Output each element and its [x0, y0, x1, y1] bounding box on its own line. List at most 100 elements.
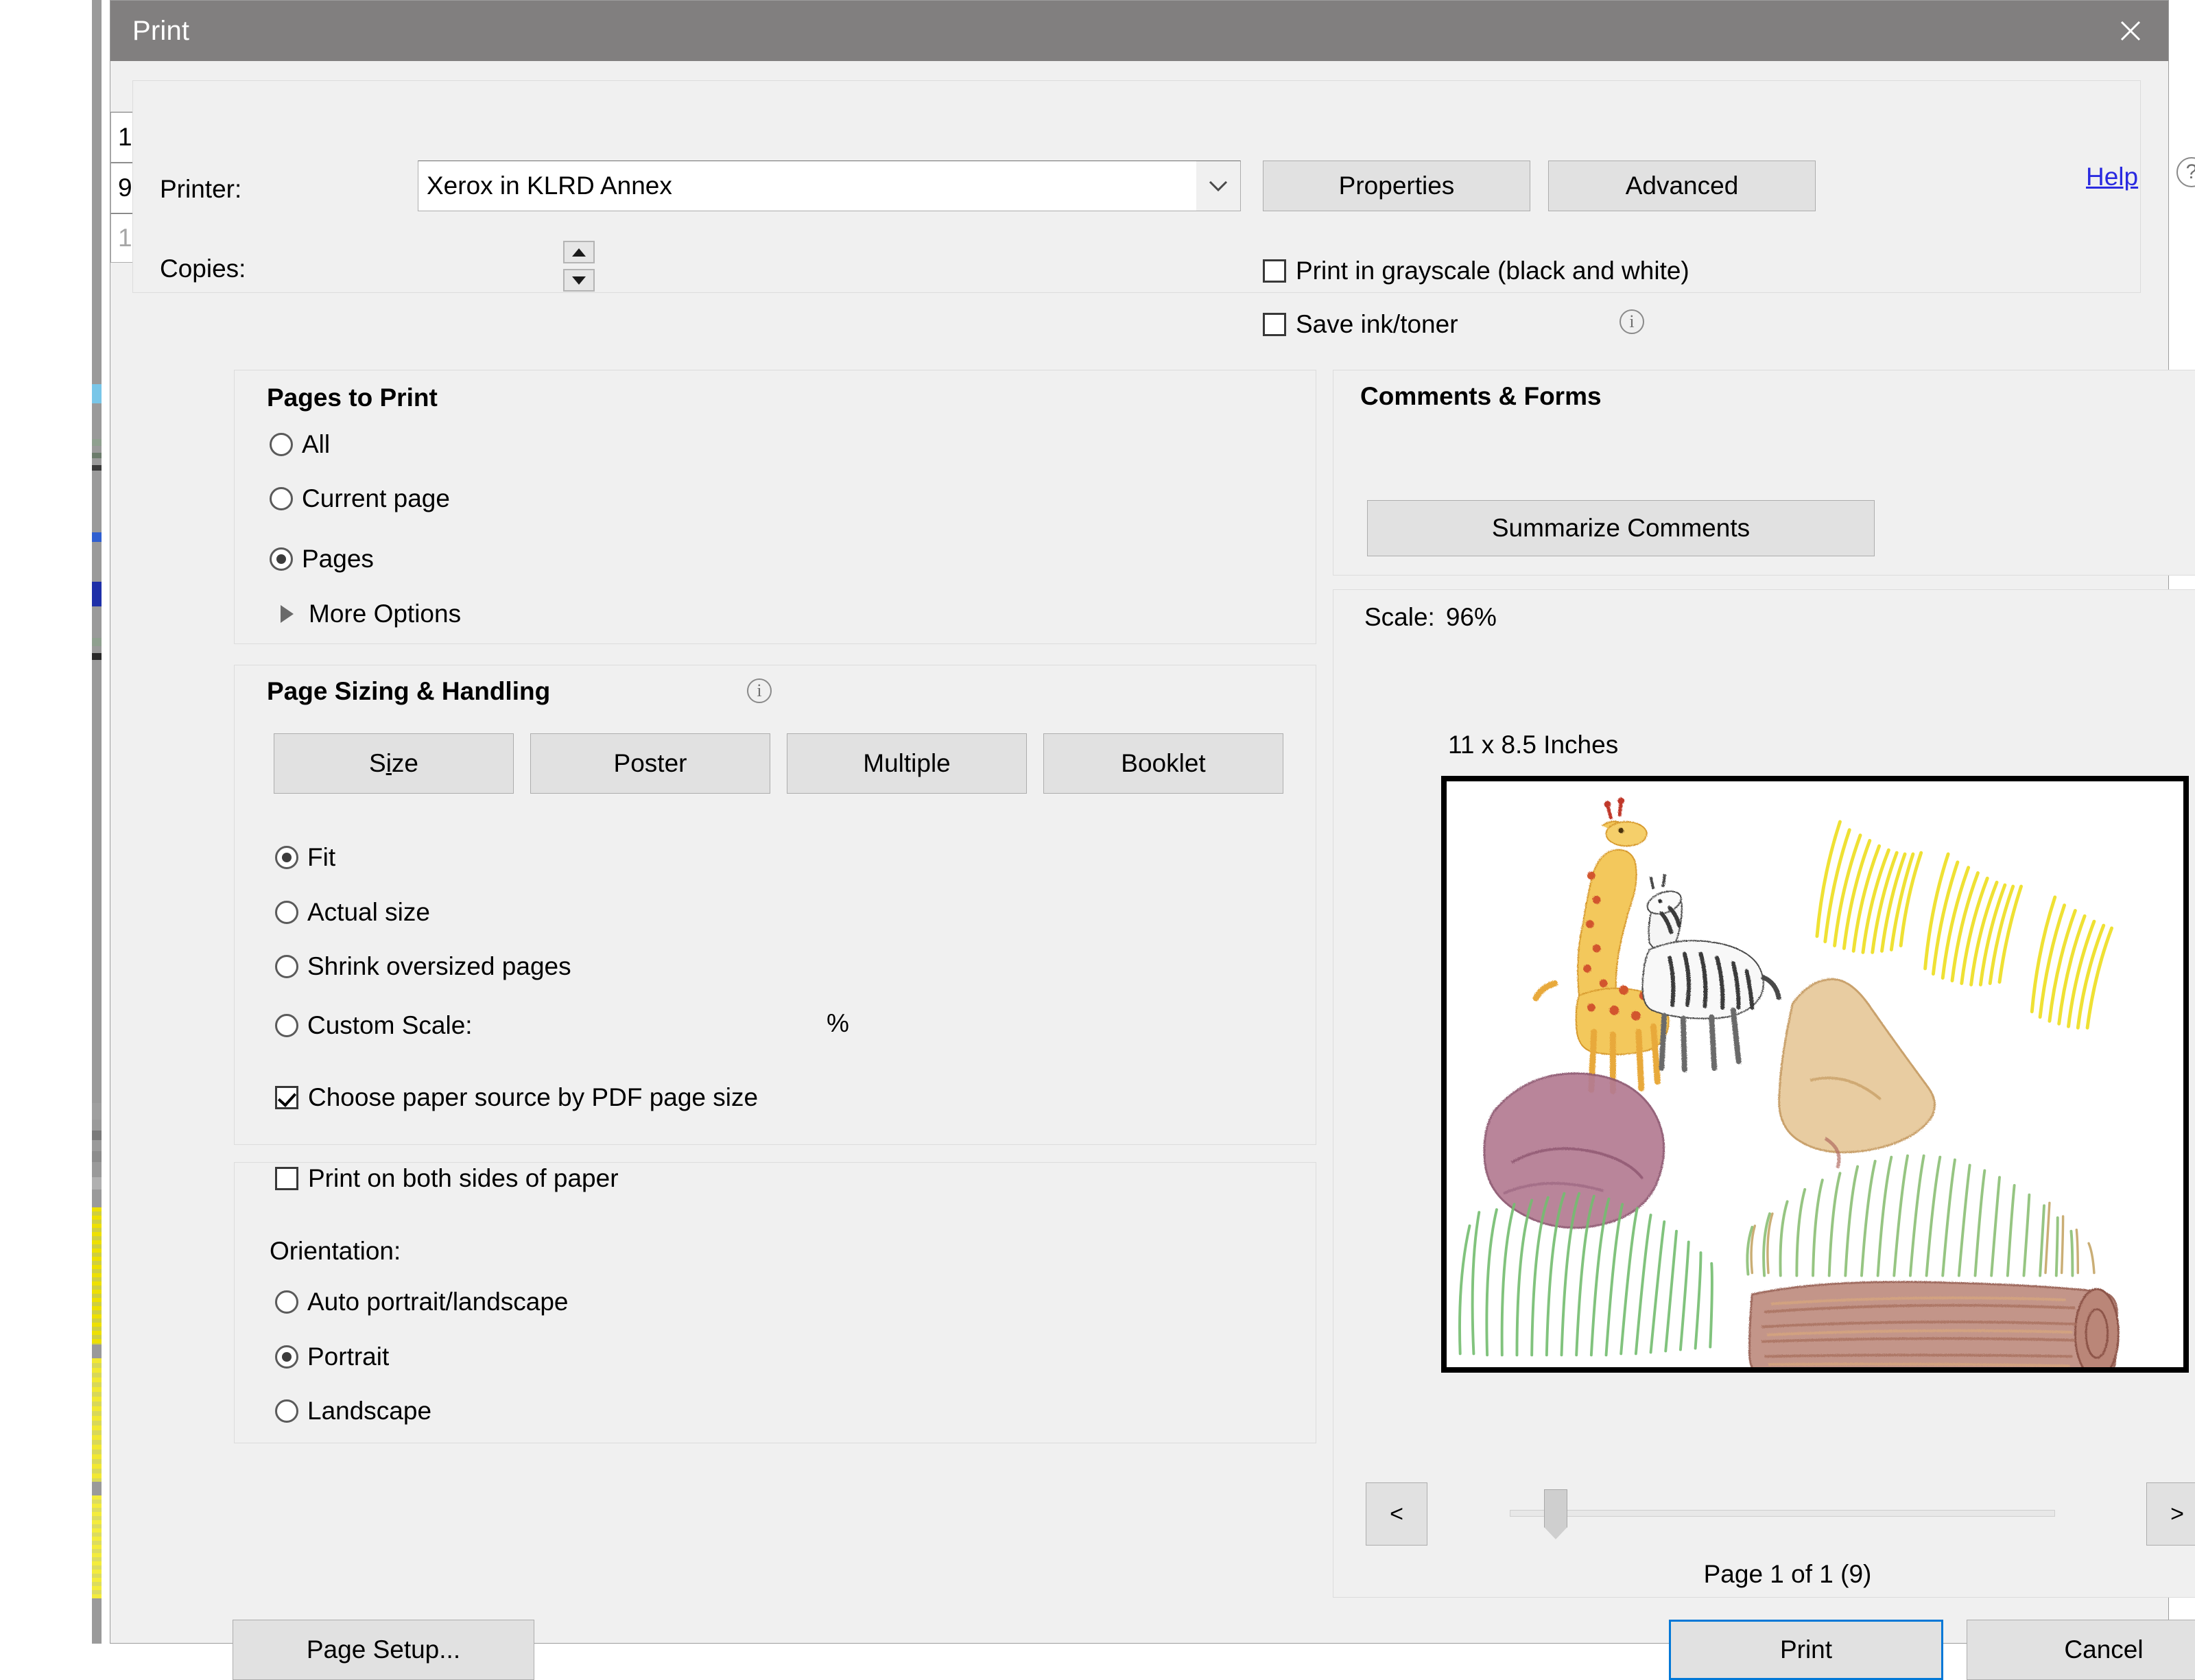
- print-preview-paper: [1441, 776, 2189, 1373]
- bg-swatch: [92, 1177, 102, 1190]
- radio-portrait-row[interactable]: Portrait: [275, 1342, 389, 1371]
- chevron-right-icon: [281, 605, 294, 623]
- multiple-button[interactable]: Multiple: [787, 733, 1027, 794]
- radio-all[interactable]: [270, 433, 293, 456]
- radio-current-page-label: Current page: [302, 484, 450, 512]
- bg-swatch: [92, 532, 102, 542]
- radio-landscape[interactable]: [275, 1399, 298, 1423]
- bg-swatch: [92, 384, 102, 403]
- size-button-label: Size: [369, 749, 418, 777]
- page-sizing-title: Page Sizing & Handling: [267, 677, 551, 705]
- paper-source-checkbox-row[interactable]: Choose paper source by PDF page size: [275, 1083, 758, 1112]
- scale-label: Scale:: [1364, 603, 1435, 631]
- radio-actual-size-row[interactable]: Actual size: [275, 898, 430, 927]
- radio-landscape-label: Landscape: [307, 1397, 432, 1425]
- saveink-info-icon[interactable]: i: [1619, 309, 1644, 334]
- grayscale-checkbox[interactable]: [1263, 259, 1286, 283]
- preview-page-slider-thumb[interactable]: [1544, 1489, 1567, 1539]
- copies-stepper[interactable]: [563, 241, 595, 292]
- copies-stepper-up[interactable]: [563, 241, 595, 263]
- background-document-sliver: [0, 0, 110, 1644]
- saveink-label: Save ink/toner: [1296, 310, 1458, 338]
- radio-fit-row[interactable]: Fit: [275, 843, 335, 872]
- cancel-button-label: Cancel: [2064, 1635, 2144, 1664]
- radio-current-page[interactable]: [270, 487, 293, 510]
- radio-custom-scale[interactable]: [275, 1014, 298, 1037]
- advanced-button[interactable]: Advanced: [1548, 161, 1816, 211]
- saveink-checkbox[interactable]: [1263, 313, 1286, 336]
- percent-label: %: [827, 1009, 849, 1037]
- paper-source-checkbox[interactable]: [275, 1086, 298, 1109]
- radio-current-page-row[interactable]: Current page: [270, 484, 450, 513]
- radio-auto-orientation-label: Auto portrait/landscape: [307, 1288, 569, 1316]
- radio-actual-size[interactable]: [275, 901, 298, 924]
- scale-row: Scale: 96%: [1364, 603, 1497, 632]
- page-setup-label: Page Setup...: [306, 1635, 461, 1664]
- cancel-button[interactable]: Cancel: [1967, 1620, 2195, 1680]
- both-sides-checkbox-row[interactable]: Print on both sides of paper: [275, 1164, 619, 1193]
- summarize-comments-button[interactable]: Summarize Comments: [1367, 500, 1875, 556]
- dialog-body: Printer: Xerox in KLRD Annex Properties …: [110, 61, 2195, 1680]
- summarize-comments-label: Summarize Comments: [1491, 514, 1751, 542]
- printer-select[interactable]: Xerox in KLRD Annex: [418, 161, 1241, 211]
- previous-page-button[interactable]: <: [1366, 1482, 1427, 1546]
- properties-button[interactable]: Properties: [1263, 161, 1530, 211]
- help-link[interactable]: Help: [2086, 163, 2138, 191]
- paper-size-label: 11 x 8.5 Inches: [1448, 731, 1619, 759]
- saveink-checkbox-row[interactable]: Save ink/toner: [1263, 310, 1458, 339]
- copies-stepper-down[interactable]: [563, 269, 595, 292]
- radio-pages-label: Pages: [302, 545, 374, 573]
- page-indicator: Page 1 of 1 (9): [1703, 1560, 1872, 1588]
- radio-fit[interactable]: [275, 846, 298, 869]
- bg-swatch: [92, 465, 102, 471]
- bg-swatch: [92, 453, 102, 458]
- comments-forms-title: Comments & Forms: [1360, 382, 1602, 410]
- bg-swatch: [92, 1358, 102, 1482]
- paper-source-label: Choose paper source by PDF page size: [308, 1083, 759, 1111]
- scale-value: 96%: [1445, 603, 1497, 631]
- question-mark-icon[interactable]: ?: [2176, 157, 2195, 187]
- page-setup-button[interactable]: Page Setup...: [233, 1620, 534, 1680]
- radio-landscape-row[interactable]: Landscape: [275, 1397, 431, 1425]
- poster-button[interactable]: Poster: [530, 733, 770, 794]
- more-options-toggle[interactable]: More Options: [281, 600, 461, 628]
- bg-swatch: [92, 582, 102, 606]
- bg-swatch: [92, 653, 102, 660]
- next-page-label: >: [2170, 1500, 2184, 1527]
- radio-portrait[interactable]: [275, 1345, 298, 1369]
- booklet-button[interactable]: Booklet: [1043, 733, 1283, 794]
- radio-auto-orientation-row[interactable]: Auto portrait/landscape: [275, 1288, 569, 1316]
- page-sizing-info-icon[interactable]: i: [747, 678, 772, 703]
- bg-swatch: [92, 1103, 102, 1120]
- radio-custom-scale-label: Custom Scale:: [307, 1011, 473, 1039]
- wooden-log-drawing: [1748, 1281, 2120, 1367]
- radio-actual-size-label: Actual size: [307, 898, 430, 926]
- radio-all-label: All: [302, 430, 331, 458]
- radio-pages-row[interactable]: Pages: [270, 545, 374, 573]
- radio-all-row[interactable]: All: [270, 430, 330, 459]
- radio-shrink[interactable]: [275, 955, 298, 978]
- radio-shrink-row[interactable]: Shrink oversized pages: [275, 952, 571, 981]
- pages-range-value: 9: [118, 174, 132, 202]
- bg-swatch: [92, 439, 102, 446]
- radio-custom-scale-row[interactable]: Custom Scale:: [275, 1011, 473, 1040]
- radio-shrink-label: Shrink oversized pages: [307, 952, 571, 980]
- next-page-button[interactable]: >: [2146, 1482, 2195, 1546]
- size-button[interactable]: Size: [274, 733, 514, 794]
- previous-page-label: <: [1390, 1500, 1403, 1527]
- print-preview-artwork: [1447, 781, 2183, 1367]
- preview-page-slider-track[interactable]: [1510, 1510, 2055, 1517]
- both-sides-checkbox[interactable]: [275, 1167, 298, 1190]
- printer-select-value: Xerox in KLRD Annex: [427, 171, 672, 200]
- radio-auto-orientation[interactable]: [275, 1290, 298, 1314]
- grayscale-checkbox-row[interactable]: Print in grayscale (black and white): [1263, 257, 1689, 285]
- close-icon[interactable]: [2093, 1, 2168, 61]
- print-button[interactable]: Print: [1669, 1620, 1943, 1680]
- mauve-rock-drawing: [1483, 1072, 1665, 1229]
- copies-input-value: 1: [118, 123, 132, 151]
- pages-to-print-title: Pages to Print: [267, 383, 438, 412]
- orientation-label: Orientation:: [270, 1237, 401, 1265]
- copies-label: Copies:: [160, 255, 246, 283]
- chevron-down-icon: [1196, 161, 1240, 211]
- radio-pages[interactable]: [270, 547, 293, 571]
